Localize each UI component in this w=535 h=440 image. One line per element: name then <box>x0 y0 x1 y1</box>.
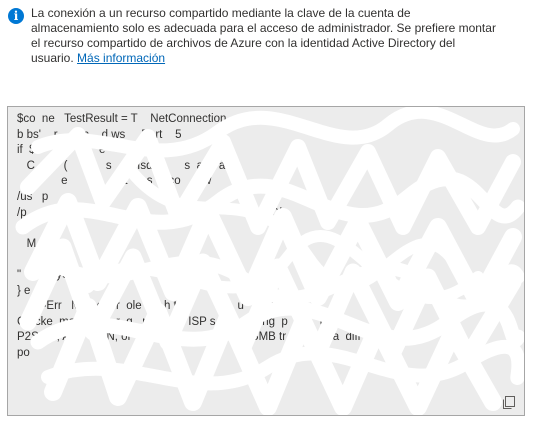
code-line: " o ayes w s" e <box>17 268 185 281</box>
code-line: /p Fl w T Hl +C/ <box>17 206 282 219</box>
code-line: C a ( s Isd s a ar <box>17 159 230 172</box>
code-line: b bs' r e.c d ws Port 5 <box>17 128 182 141</box>
code-line: M a <box>17 237 56 250</box>
info-banner: i La conexión a un recurso compartido me… <box>8 6 528 66</box>
code-line: } e <box>17 284 31 297</box>
code-line: C ecke ma s r g r on r ISP s ot king p u… <box>17 315 349 328</box>
code-line: po <box>17 346 30 359</box>
code-line: te-Err Me g r ole h the a u 44 <box>17 300 283 313</box>
code-line: if $c T t e eded <box>17 144 151 157</box>
info-icon: i <box>8 8 24 24</box>
info-message: La conexión a un recurso compartido medi… <box>31 6 501 66</box>
copy-icon <box>503 396 515 409</box>
code-line: C <box>17 222 32 235</box>
copy-button[interactable] <box>500 395 518 411</box>
script-code-box[interactable]: $co ne TestResult = T NetConnection ur t… <box>7 106 525 416</box>
more-info-link[interactable]: Más información <box>77 51 165 65</box>
code-line: P2S N, A r S N, or press Route t nn SMB … <box>17 331 384 344</box>
code-line: /us p <box>17 190 49 203</box>
code-line: $co ne TestResult = T NetConnection ur t… <box>17 113 289 125</box>
code-line: c e ust s co ow <box>17 175 212 188</box>
script-code-lines: $co ne TestResult = T NetConnection ur t… <box>17 112 494 362</box>
